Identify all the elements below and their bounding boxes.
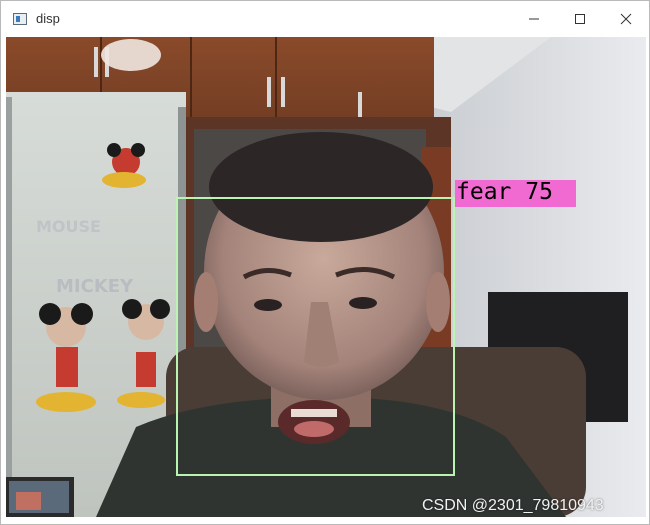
app-window: disp MOUSE MICKEY fear 75 CSDN @2301_798…	[0, 0, 650, 525]
face-detection-box	[176, 197, 455, 476]
close-button[interactable]	[603, 1, 649, 37]
minimize-icon	[529, 18, 539, 20]
watermark: CSDN @2301_79810943	[422, 497, 604, 514]
title-bar[interactable]: disp	[1, 1, 649, 37]
svg-text:MICKEY: MICKEY	[56, 276, 134, 297]
maximize-button[interactable]	[557, 1, 603, 37]
minimize-button[interactable]	[511, 1, 557, 37]
close-icon	[620, 13, 632, 25]
window-title: disp	[36, 11, 60, 26]
app-icon	[13, 13, 27, 25]
maximize-icon	[575, 14, 585, 24]
svg-text:MOUSE: MOUSE	[36, 217, 101, 236]
emotion-label: fear 75	[456, 179, 553, 205]
camera-frame: MOUSE MICKEY fear 75 CSDN @2301_79810943	[6, 37, 646, 517]
